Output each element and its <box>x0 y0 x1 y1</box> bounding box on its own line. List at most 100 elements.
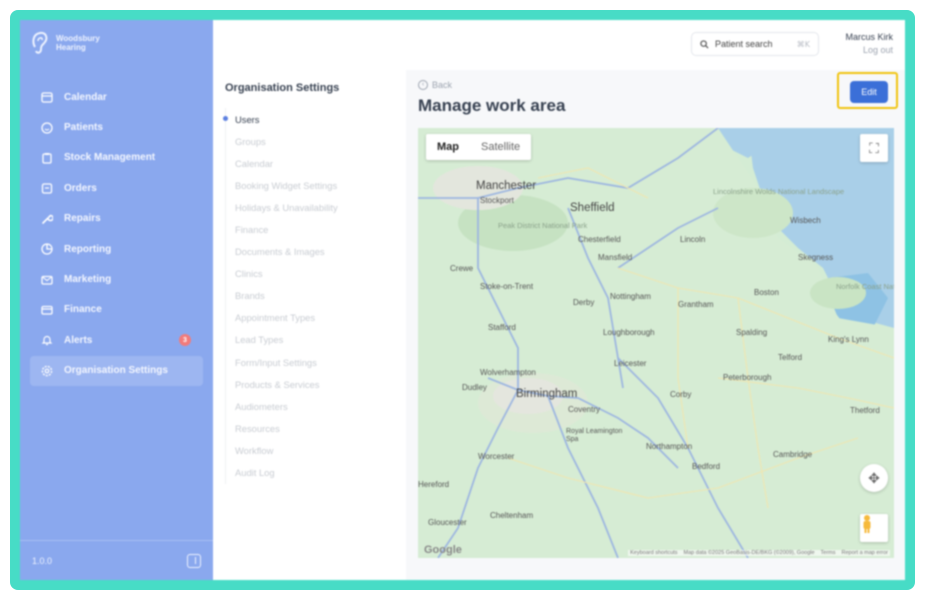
settings-item-finance[interactable]: Finance <box>226 218 338 240</box>
sidebar-footer: 1.0.0 <box>20 540 213 580</box>
main-content: ‹ Back Manage work area Edit Manchester … <box>406 70 905 580</box>
settings-item-calendar[interactable]: Calendar <box>226 152 338 174</box>
pie-chart-icon <box>40 242 54 256</box>
bell-icon <box>40 333 54 347</box>
sidebar-item-stock-management[interactable]: Stock Management <box>30 143 203 173</box>
brand-name: Woodsbury Hearing <box>56 34 100 52</box>
settings-item-form-input[interactable]: Form/Input Settings <box>226 351 338 373</box>
place-derby: Derby <box>573 298 595 307</box>
settings-item-lead-types[interactable]: Lead Types <box>226 329 338 351</box>
keyboard-shortcuts-link[interactable]: Keyboard shortcuts <box>630 550 677 556</box>
sidebar-item-patients[interactable]: Patients <box>30 112 203 142</box>
settings-item-booking-widget[interactable]: Booking Widget Settings <box>226 174 338 196</box>
gear-icon <box>40 364 54 378</box>
sidebar-item-finance[interactable]: Finance <box>30 295 203 325</box>
settings-item-resources[interactable]: Resources <box>226 417 338 439</box>
user-name: Marcus Kirk <box>845 32 893 42</box>
back-label: Back <box>432 80 453 90</box>
pegman-icon[interactable] <box>860 514 888 542</box>
sidebar-item-repairs[interactable]: Repairs <box>30 204 203 234</box>
back-link[interactable]: ‹ Back <box>418 80 452 90</box>
sidebar-item-marketing[interactable]: Marketing <box>30 264 203 294</box>
sidebar-item-label: Orders <box>64 182 97 194</box>
place-leicester: Leicester <box>614 359 647 368</box>
settings-nav: Organisation Settings Users Groups Calen… <box>213 70 406 580</box>
settings-item-clinics[interactable]: Clinics <box>226 263 338 285</box>
app-version: 1.0.0 <box>32 555 53 566</box>
map-type-satellite-button[interactable]: Satellite <box>470 134 531 160</box>
smiley-icon <box>40 121 54 135</box>
calendar-icon <box>40 90 54 104</box>
search-shortcut: ⌘K <box>796 39 810 49</box>
sidebar-item-label: Repairs <box>64 213 101 225</box>
place-stoke: Stoke-on-Trent <box>480 282 534 291</box>
settings-item-brands[interactable]: Brands <box>226 285 338 307</box>
box-icon <box>40 181 54 195</box>
place-peterborough: Peterborough <box>723 373 772 382</box>
place-hereford: Hereford <box>418 480 450 489</box>
user-menu: Marcus Kirk Log out <box>845 31 893 57</box>
map-type-map-button[interactable]: Map <box>426 134 470 160</box>
place-coventry: Coventry <box>568 405 601 414</box>
place-stafford: Stafford <box>488 323 516 332</box>
sidebar-item-orders[interactable]: Orders <box>30 173 203 203</box>
settings-item-audiometers[interactable]: Audiometers <box>226 395 338 417</box>
mail-icon <box>40 273 54 287</box>
place-lincoln: Lincoln <box>680 235 706 244</box>
map-pan-control-icon[interactable]: ✥ <box>860 464 888 492</box>
place-crewe: Crewe <box>450 264 474 273</box>
settings-item-products[interactable]: Products & Services <box>226 373 338 395</box>
settings-item-holidays[interactable]: Holidays & Unavailability <box>226 196 338 218</box>
place-thetford: Thetford <box>850 406 880 415</box>
sidebar-item-organisation-settings[interactable]: Organisation Settings <box>30 355 203 386</box>
place-peak-district: Peak District National Park <box>498 221 588 230</box>
sidebar-item-label: Finance <box>64 304 102 316</box>
map-attribution: Keyboard shortcuts Map data ©2025 GeoBas… <box>628 550 890 556</box>
edit-button[interactable]: Edit <box>850 81 888 103</box>
settings-item-users[interactable]: Users <box>223 108 338 130</box>
place-loughborough: Loughborough <box>603 328 655 337</box>
map-data-text: Map data ©2025 GeoBasis-DE/BKG (©2009), … <box>683 550 815 556</box>
sidebar-item-alerts[interactable]: Alerts 3 <box>30 325 203 355</box>
edit-highlight: Edit <box>837 72 898 109</box>
search-icon <box>700 39 709 49</box>
sidebar-item-label: Calendar <box>64 91 107 103</box>
place-worcester: Worcester <box>478 452 515 461</box>
place-boston: Boston <box>754 288 779 297</box>
sidebar-item-label: Patients <box>64 122 103 134</box>
fullscreen-icon[interactable]: ⛶ <box>860 134 888 162</box>
top-bar: Patient search ⌘K Marcus Kirk Log out <box>213 20 905 70</box>
patient-search-button[interactable]: Patient search ⌘K <box>691 32 819 56</box>
place-norfolk-coast: Norfolk Coast National Landscape <box>836 282 894 291</box>
terms-link[interactable]: Terms <box>821 550 836 556</box>
settings-list: Users Groups Calendar Booking Widget Set… <box>223 108 338 484</box>
collapse-sidebar-icon[interactable] <box>187 553 201 568</box>
logout-link[interactable]: Log out <box>845 44 893 57</box>
credit-card-icon <box>40 303 54 317</box>
place-mansfield: Mansfield <box>598 253 633 262</box>
app-window: Woodsbury Hearing Calendar Patients Stoc… <box>20 20 905 580</box>
sidebar-item-label: Stock Management <box>64 152 156 164</box>
wrench-icon <box>40 212 54 226</box>
sidebar-item-reporting[interactable]: Reporting <box>30 234 203 264</box>
place-wolverhampton: Wolverhampton <box>480 368 536 377</box>
search-label: Patient search <box>715 39 773 49</box>
report-map-error-link[interactable]: Report a map error <box>842 550 888 556</box>
sidebar-item-label: Reporting <box>64 243 112 255</box>
sidebar-item-calendar[interactable]: Calendar <box>30 82 203 112</box>
place-bedford: Bedford <box>692 462 721 471</box>
place-stockport: Stockport <box>480 196 514 205</box>
settings-item-groups[interactable]: Groups <box>226 130 338 152</box>
settings-item-workflow[interactable]: Workflow <box>226 439 338 461</box>
settings-item-audit-log[interactable]: Audit Log <box>226 462 338 484</box>
map-view[interactable]: Manchester Stockport Sheffield Peak Dist… <box>418 128 894 558</box>
settings-item-documents[interactable]: Documents & Images <box>226 241 338 263</box>
sidebar: Woodsbury Hearing Calendar Patients Stoc… <box>20 20 213 580</box>
brand[interactable]: Woodsbury Hearing <box>30 30 116 56</box>
place-northampton: Northampton <box>646 442 693 451</box>
map-type-toggle: Map Satellite <box>426 134 532 160</box>
place-cheltenham: Cheltenham <box>490 511 534 520</box>
place-royal-leamington-spa: Royal Leamington Spa <box>566 428 623 443</box>
place-cambridge: Cambridge <box>773 450 813 459</box>
settings-item-appointment-types[interactable]: Appointment Types <box>226 307 338 329</box>
